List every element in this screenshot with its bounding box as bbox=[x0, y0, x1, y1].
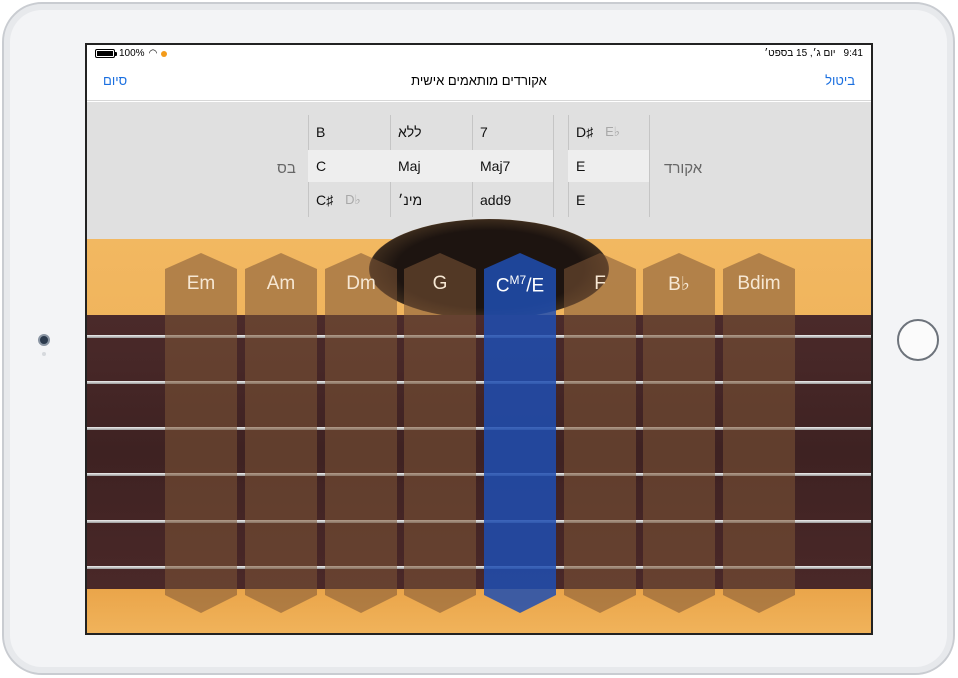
chord-strip-am[interactable]: Am bbox=[245, 253, 317, 613]
chord-strip-cmaj7-over-e[interactable]: CM7/E bbox=[484, 253, 556, 613]
chord-strip-bflat[interactable]: B♭ bbox=[643, 253, 715, 613]
bass-picker-column[interactable]: B C C♯ D♭ bbox=[308, 115, 390, 217]
status-right: 9:41 יום ג׳, 15 בספט׳ bbox=[764, 48, 863, 59]
bass-selected-option[interactable]: C bbox=[308, 150, 390, 182]
camera-sensor bbox=[42, 352, 46, 356]
front-camera bbox=[38, 334, 50, 346]
extension-option[interactable]: add9 bbox=[472, 184, 554, 216]
guitar-body: Em Am Dm G CM7/E F B♭ Bdim bbox=[87, 219, 871, 633]
chord-label: Bdim bbox=[737, 273, 781, 294]
cancel-button[interactable]: ביטול bbox=[825, 73, 855, 88]
quality-option[interactable]: מינ׳ bbox=[390, 184, 472, 216]
chord-strip-f[interactable]: F bbox=[564, 253, 636, 613]
chord-strip-bdim[interactable]: Bdim bbox=[723, 253, 795, 613]
chord-strip-dm[interactable]: Dm bbox=[325, 253, 397, 613]
root-option[interactable]: D♯ E♭ bbox=[568, 116, 650, 148]
extension-option[interactable]: 7 bbox=[472, 116, 554, 148]
navigation-bar: סיום אקורדים מותאמים אישית ביטול bbox=[87, 63, 871, 101]
chord-label: Dm bbox=[346, 273, 376, 294]
chord-label: G bbox=[432, 273, 448, 294]
screen: 100% ◠ 9:41 יום ג׳, 15 בספט׳ סיום אקורדי… bbox=[85, 43, 873, 635]
chord-label: B♭ bbox=[668, 274, 690, 295]
bass-option[interactable]: C♯ D♭ bbox=[308, 184, 390, 216]
recording-indicator-icon bbox=[161, 50, 168, 57]
chord-label: CM7/E bbox=[495, 273, 545, 297]
status-left: 100% ◠ bbox=[95, 48, 168, 59]
status-time: 9:41 bbox=[843, 48, 863, 59]
battery-percent: 100% bbox=[119, 48, 145, 59]
root-selected-option[interactable]: E bbox=[568, 150, 650, 182]
bass-option[interactable]: B bbox=[308, 116, 390, 148]
extension-picker-column[interactable]: 7 Maj7 add9 bbox=[472, 115, 554, 217]
bass-label: בס bbox=[277, 160, 296, 177]
chord-label: אקורד bbox=[664, 160, 703, 177]
quality-option[interactable]: ללא bbox=[390, 116, 472, 148]
status-bar: 100% ◠ 9:41 יום ג׳, 15 בספט׳ bbox=[87, 45, 871, 63]
home-button[interactable] bbox=[897, 319, 939, 361]
root-option[interactable]: E bbox=[568, 184, 650, 216]
status-date: יום ג׳, 15 בספט׳ bbox=[764, 48, 836, 59]
quality-picker-column[interactable]: ללא Maj מינ׳ bbox=[390, 115, 472, 217]
wifi-icon: ◠ bbox=[148, 48, 158, 59]
chord-strip-g[interactable]: G bbox=[404, 253, 476, 613]
root-picker-column[interactable]: D♯ E♭ E E bbox=[568, 115, 650, 217]
quality-selected-option[interactable]: Maj bbox=[390, 150, 472, 182]
chord-label: F bbox=[594, 273, 606, 294]
chord-label: Em bbox=[186, 273, 216, 294]
chord-label: Am bbox=[266, 273, 296, 294]
extension-selected-option[interactable]: Maj7 bbox=[472, 150, 554, 182]
page-title: אקורדים מותאמים אישית bbox=[411, 73, 547, 88]
battery-icon bbox=[95, 49, 117, 58]
chord-strip-em[interactable]: Em bbox=[165, 253, 237, 613]
